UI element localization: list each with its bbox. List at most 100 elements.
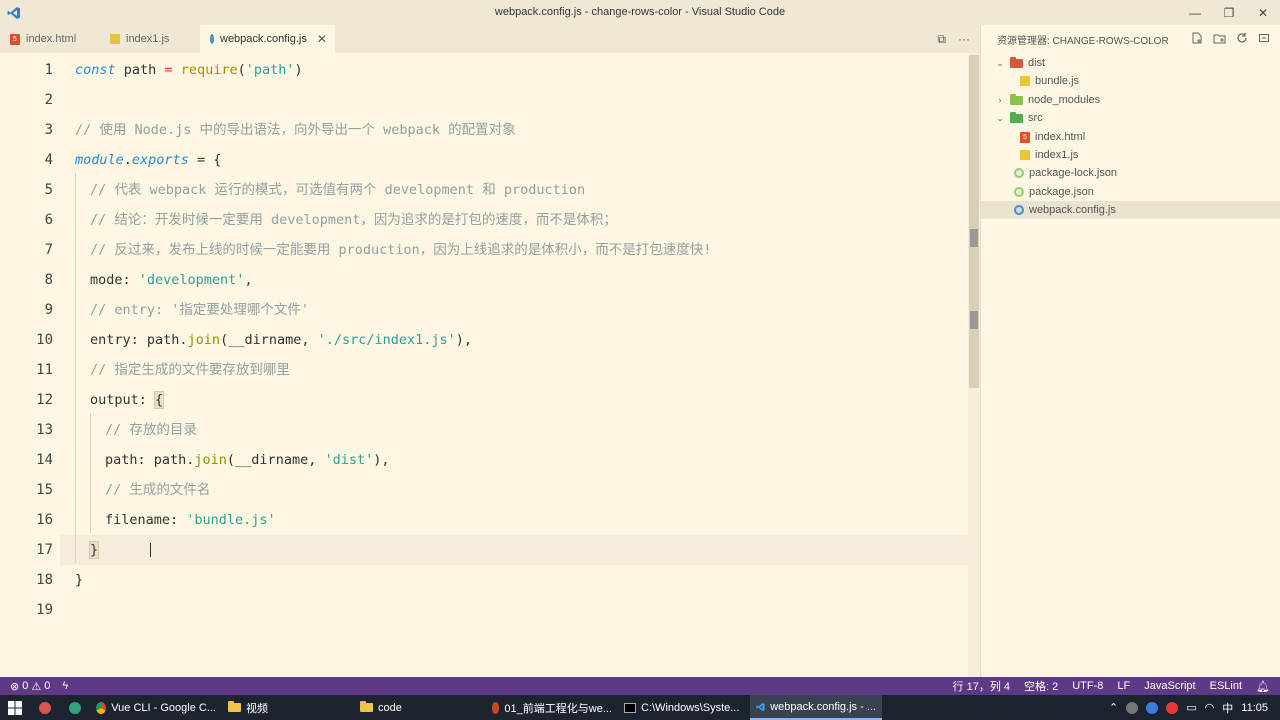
warning-count: 0	[44, 680, 51, 692]
line-number: 1	[44, 62, 53, 78]
taskbar-app-cmd[interactable]: C:\Windows\Syste...	[618, 695, 750, 720]
taskbar-app-chrome[interactable]: Vue CLI - Google C...	[90, 695, 222, 720]
taskbar-app-label: C:\Windows\Syste...	[641, 701, 740, 714]
tree-folder-node-modules[interactable]: › node_modules	[981, 91, 1280, 109]
token-key: output:	[90, 392, 156, 408]
explorer-panel: 资源管理器: CHANGE-ROWS-COLOR ⌄ dist bundle.j…	[980, 25, 1280, 677]
tray-app-icon[interactable]	[1126, 701, 1139, 714]
cmd-icon	[624, 702, 636, 713]
line-number: 8	[44, 272, 53, 288]
clock[interactable]: 11:05	[1241, 702, 1268, 714]
taskbar-app-label: code	[378, 701, 402, 714]
token-string: 'path'	[245, 62, 295, 78]
error-count: 0	[22, 680, 29, 692]
tab-label: webpack.config.js	[220, 33, 307, 45]
new-file-icon[interactable]	[1191, 32, 1203, 47]
tree-folder-src[interactable]: ⌄ src	[981, 109, 1280, 127]
encoding[interactable]: UTF-8	[1072, 680, 1103, 692]
lightning-icon[interactable]: ϟ	[62, 680, 68, 692]
bell-icon[interactable]: 🔔︎	[1256, 680, 1270, 693]
close-tab-icon[interactable]: ✕	[317, 32, 327, 46]
cursor-position[interactable]: 行 17，列 4	[953, 678, 1010, 694]
overview-ruler-mark	[970, 229, 978, 247]
token-identifier: path	[115, 62, 165, 78]
html-file-icon: 5	[1020, 131, 1030, 143]
tab-label: index1.js	[126, 33, 170, 45]
tree-file-package-json[interactable]: package.json	[981, 183, 1280, 201]
token-key: entry: path.	[90, 332, 188, 348]
tree-file-index1-js[interactable]: index1.js	[981, 146, 1280, 164]
title-bar: webpack.config.js - change-rows-color - …	[0, 0, 1280, 25]
chevron-down-icon: ⌄	[996, 112, 1004, 123]
close-window-button[interactable]: ✕	[1246, 0, 1280, 25]
tree-folder-dist[interactable]: ⌄ dist	[981, 54, 1280, 72]
matching-brace: {	[154, 391, 165, 409]
language-mode[interactable]: JavaScript	[1144, 680, 1195, 692]
tray-app-icon[interactable]	[1146, 701, 1159, 714]
maximize-button[interactable]: ❐	[1212, 0, 1246, 25]
line-number: 12	[36, 392, 53, 408]
line-number: 15	[36, 482, 53, 498]
tree-item-label: index1.js	[1035, 149, 1079, 161]
code-line-6: // 结论：开发时候一定要用 development，因为追求的是打包的速度，而…	[90, 212, 617, 228]
code-line-13: // 存放的目录	[105, 422, 197, 438]
line-number: 4	[44, 152, 53, 168]
tray-expand-icon[interactable]: ⌃	[1109, 701, 1118, 714]
tab-webpack-config[interactable]: webpack.config.js ✕	[200, 25, 335, 53]
taskbar-app-vscode[interactable]: webpack.config.js - ...	[750, 695, 882, 720]
tree-file-index-html[interactable]: 5 index.html	[981, 128, 1280, 146]
tree-file-package-lock[interactable]: package-lock.json	[981, 164, 1280, 182]
code-line-14: path: path.join(__dirname, 'dist'),	[105, 445, 390, 475]
input-method-indicator[interactable]: 中	[1222, 700, 1233, 716]
taskbar-app-code-folder[interactable]: code	[354, 695, 486, 720]
taskbar-app-icon[interactable]	[30, 695, 60, 720]
new-folder-icon[interactable]	[1213, 32, 1226, 47]
scrollbar-thumb[interactable]	[969, 55, 979, 388]
end-of-line[interactable]: LF	[1117, 680, 1130, 692]
collapse-icon[interactable]	[1258, 32, 1270, 47]
taskbar-app-videos-folder[interactable]: 视频	[222, 695, 354, 720]
token-assign: = {	[188, 152, 222, 168]
tab-index1-js[interactable]: index1.js	[100, 25, 200, 53]
matching-brace: }	[88, 541, 100, 559]
code-line-7: // 反过来，发布上线的时候一定能要用 production，因为上线追求的是体…	[90, 242, 712, 258]
more-actions-icon[interactable]: ···	[958, 32, 970, 46]
indentation[interactable]: 空格: 2	[1024, 678, 1058, 694]
split-editor-icon[interactable]: ⧉	[937, 32, 946, 47]
tab-index-html[interactable]: 5 index.html	[0, 25, 100, 53]
edge-icon[interactable]	[60, 695, 90, 720]
chrome-icon	[96, 701, 107, 714]
js-file-icon	[110, 34, 120, 44]
token-string: 'development'	[138, 272, 245, 288]
tree-item-label: src	[1028, 112, 1043, 124]
eslint-status[interactable]: ESLint	[1210, 680, 1242, 692]
line-number: 13	[36, 422, 53, 438]
tab-label: index.html	[26, 33, 77, 45]
package-file-icon	[1014, 168, 1024, 178]
token-operator: =	[164, 62, 173, 78]
token-paren: (	[237, 62, 246, 78]
minimize-button[interactable]: —	[1178, 0, 1212, 25]
taskbar-app-powerpoint[interactable]: 01_前端工程化与we...	[486, 695, 618, 720]
code-editor[interactable]: 1 2 3 4 5 6 7 8 9 10 11 12 13 14 15 16 1…	[0, 53, 980, 677]
problems-indicator[interactable]: ⊗ 0 ⚠ 0	[10, 680, 50, 693]
vscode-logo-icon[interactable]	[0, 0, 28, 25]
battery-icon[interactable]: ▭	[1186, 701, 1196, 714]
line-number: 5	[44, 182, 53, 198]
token-key: path: path.	[105, 452, 195, 468]
windows-start-icon[interactable]	[0, 695, 30, 720]
token-dot: .	[123, 152, 132, 168]
token-function: require	[172, 62, 238, 78]
vscode-window: webpack.config.js - change-rows-color - …	[0, 0, 1280, 720]
refresh-icon[interactable]	[1236, 32, 1248, 47]
taskbar-app-label: Vue CLI - Google C...	[111, 701, 216, 714]
network-icon[interactable]: ◠	[1205, 701, 1215, 714]
tray-record-icon[interactable]	[1166, 701, 1179, 714]
tree-file-bundle-js[interactable]: bundle.js	[981, 72, 1280, 90]
tree-item-label: webpack.config.js	[1029, 204, 1116, 216]
taskbar-app-label: 01_前端工程化与we...	[504, 702, 612, 715]
token-paren: )	[294, 62, 303, 78]
chevron-right-icon: ›	[998, 95, 1002, 105]
tree-file-webpack-config[interactable]: webpack.config.js	[981, 201, 1280, 219]
token-close: ),	[373, 452, 390, 468]
